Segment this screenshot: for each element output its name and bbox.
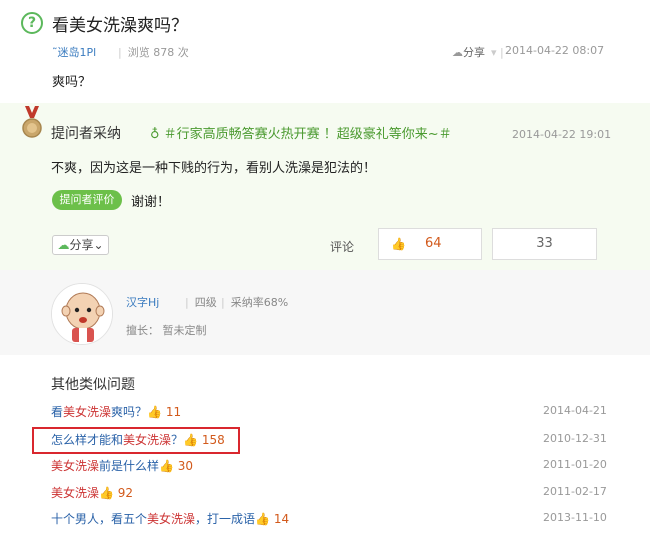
answer-text: 不爽，因为这是一种下贱的行为，看别人洗澡是犯法的！ xyxy=(51,161,377,176)
asker-accepted-label: 提问者采纳 xyxy=(51,126,121,142)
similar-question-link[interactable]: 看美女洗澡爽吗？ xyxy=(51,405,147,419)
keyword-highlight: 美女洗澡 xyxy=(63,405,112,419)
share-link-top[interactable]: ☁分享 ▾ | xyxy=(452,44,510,60)
answerer-skill: 擅长： 暂未定制 xyxy=(126,324,207,337)
like-count: 11 xyxy=(162,405,182,419)
similar-question-link[interactable]: 十个男人，看五个美女洗澡，打一成语 xyxy=(51,512,255,526)
answer-date: 2014-04-22 19:01 xyxy=(512,128,612,141)
share-button[interactable]: ☁分享⌄ xyxy=(52,235,109,255)
similar-question-item[interactable]: 十个男人，看五个美女洗澡，打一成语 👍 14 xyxy=(51,510,289,527)
similar-question-date: 2011-01-20 xyxy=(543,458,607,471)
share-label: 分享 xyxy=(463,46,485,59)
wechat-icon: ☁ xyxy=(452,46,463,59)
level-text: 四级 xyxy=(194,296,217,309)
downvote-count: 33 xyxy=(536,236,553,251)
adoption-rate: | 采纳率68% xyxy=(221,296,289,309)
similar-question-link[interactable]: 美女洗澡前是什么样 xyxy=(51,459,159,473)
upvote-button[interactable]: 👍 64 xyxy=(378,228,482,260)
thumbs-up-icon: 👍 xyxy=(159,459,174,473)
similar-question-item[interactable]: 看美女洗澡爽吗？ 👍 11 xyxy=(51,403,181,420)
chevron-down-icon: ⌄ xyxy=(93,238,104,252)
answerer-name[interactable]: 汉字Hj xyxy=(126,294,159,310)
similar-question-item[interactable]: 美女洗澡前是什么样 👍 30 xyxy=(51,457,193,474)
like-count: 14 xyxy=(270,512,290,526)
similar-question-item[interactable]: 美女洗澡 👍 92 xyxy=(51,484,133,501)
similar-questions-title: 其他类似问题 xyxy=(51,377,135,393)
downvote-button[interactable]: 33 xyxy=(492,228,597,260)
similar-question-date: 2011-02-17 xyxy=(543,485,607,498)
similar-question-link[interactable]: 美女洗澡 xyxy=(51,486,99,500)
medal-icon xyxy=(22,106,42,138)
question-text-prefix: 十个男人，看五个 xyxy=(51,512,148,526)
similar-question-date: 2010-12-31 xyxy=(543,432,607,445)
share-button-label: 分享 xyxy=(69,238,94,252)
like-count: 92 xyxy=(113,486,134,500)
question-mark-icon: ? xyxy=(21,12,43,34)
question-body: 爽吗？ xyxy=(52,75,92,90)
question-title: 看美女洗澡爽吗？ xyxy=(52,16,188,36)
thumbs-up-icon: 👍 xyxy=(391,237,406,251)
like-count: 30 xyxy=(173,459,194,473)
view-count-text: 浏览 878 次 xyxy=(127,46,189,59)
asker-evaluation-badge: 提问者评价 xyxy=(52,190,122,210)
promo-text: ＃行家高质畅答赛火热开赛 ！超级豪礼等你来~＃ xyxy=(163,127,452,142)
question-text-suffix: 前是什么样 xyxy=(99,459,160,473)
question-text-prefix: 看 xyxy=(51,405,64,419)
comment-link[interactable]: 评论 xyxy=(330,238,354,255)
keyword-highlight: 美女洗澡 xyxy=(51,459,100,473)
avatar[interactable] xyxy=(51,283,113,345)
similar-question-date: 2013-11-10 xyxy=(543,511,607,524)
answerer-level: | 四级 xyxy=(185,296,217,309)
rate-text: 采纳率68% xyxy=(230,296,289,309)
thumbs-up-icon: 👍 xyxy=(99,486,114,500)
thumbs-up-icon: 👍 xyxy=(255,512,270,526)
keyword-highlight: 美女洗澡 xyxy=(51,486,100,500)
asker-username[interactable]: ˜迷岛1Pl xyxy=(52,44,96,60)
view-count: | 浏览 878 次 xyxy=(118,46,189,59)
cartoon-face-icon xyxy=(52,284,112,344)
promo-link[interactable]: ♁ ＃行家高质畅答赛火热开赛 ！超级豪礼等你来~＃ xyxy=(150,123,452,142)
qa-page: ? 看美女洗澡爽吗？ ˜迷岛1Pl | 浏览 878 次 ☁分享 ▾ | 2014-… xyxy=(0,0,650,542)
upvote-count: 64 xyxy=(425,236,442,251)
wechat-icon: ☁ xyxy=(57,238,70,252)
keyword-highlight: 美女洗澡 xyxy=(147,512,196,526)
highlight-box xyxy=(32,427,240,454)
question-text-suffix: 爽吗？ xyxy=(111,405,148,419)
evaluation-text: 谢谢！ xyxy=(131,195,171,210)
thumbs-up-icon: 👍 xyxy=(147,405,162,419)
medal-small-icon: ♁ xyxy=(150,127,164,142)
similar-question-date: 2014-04-21 xyxy=(543,404,607,417)
question-text-suffix: ，打一成语 xyxy=(195,512,256,526)
question-date: 2014-04-22 08:07 xyxy=(505,44,605,57)
